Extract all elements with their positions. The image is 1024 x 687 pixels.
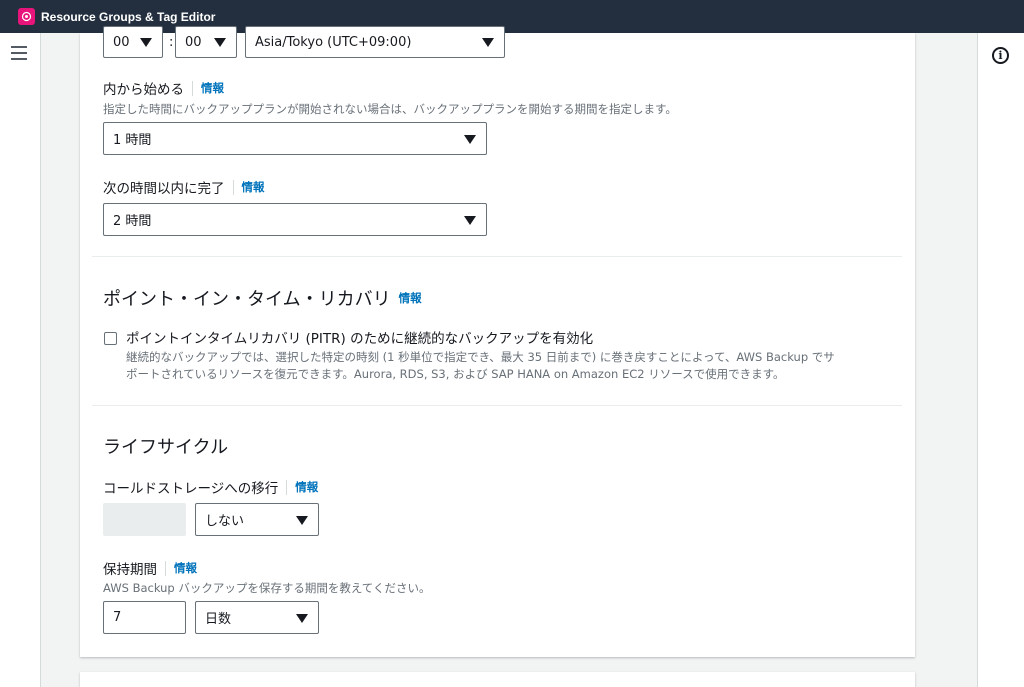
cold-storage-label-row: コールドストレージへの移行 情報 — [103, 477, 318, 497]
pitr-info-link[interactable]: 情報 — [399, 290, 422, 306]
cold-storage-value-input-disabled — [103, 503, 186, 536]
chevron-down-icon — [140, 38, 152, 47]
lifecycle-heading-row: ライフサイクル — [103, 433, 228, 459]
retention-unit-select[interactable]: 日数 — [195, 601, 319, 634]
retention-description: AWS Backup バックアップを保存する期間を教えてください。 — [103, 581, 431, 595]
chevron-down-icon — [482, 38, 494, 47]
cold-storage-select[interactable]: しない — [195, 503, 319, 536]
hour-value: 00 — [113, 34, 130, 50]
timezone-select[interactable]: Asia/Tokyo (UTC+09:00) — [245, 26, 505, 58]
complete-within-info-link[interactable]: 情報 — [242, 179, 265, 195]
complete-within-value: 2 時間 — [113, 214, 152, 229]
timezone-value: Asia/Tokyo (UTC+09:00) — [255, 34, 412, 50]
complete-within-label: 次の時間以内に完了 — [103, 181, 225, 197]
start-within-select[interactable]: 1 時間 — [103, 122, 487, 155]
retention-unit-value: 日数 — [205, 612, 232, 627]
pitr-checkbox-label[interactable]: ポイントインタイムリカバリ (PITR) のために継続的なバックアップを有効化 — [126, 327, 593, 347]
pitr-heading-row: ポイント・イン・タイム・リカバリ 情報 — [103, 285, 422, 311]
start-within-info-link[interactable]: 情報 — [201, 80, 224, 96]
resource-groups-logo-icon — [18, 8, 35, 25]
start-within-description: 指定した時間にバックアッププランが開始されない場合は、バックアッププランを開始す… — [103, 102, 677, 116]
time-colon: : — [169, 35, 174, 50]
chevron-down-icon — [464, 134, 476, 144]
cold-storage-label: コールドストレージへの移行 — [103, 481, 279, 497]
pitr-description-line1: 継続的なバックアップでは、選択した特定の時刻 (1 秒単位で指定でき、最大 35… — [126, 350, 835, 364]
pitr-checkbox[interactable] — [104, 332, 117, 345]
cold-storage-info-link[interactable]: 情報 — [295, 479, 318, 495]
retention-info-link[interactable]: 情報 — [174, 560, 197, 576]
start-within-value: 1 時間 — [113, 133, 152, 148]
minute-value: 00 — [185, 34, 202, 50]
complete-within-label-row: 次の時間以内に完了 情報 — [103, 177, 265, 197]
retention-value-input[interactable]: 7 — [103, 601, 186, 634]
complete-within-select[interactable]: 2 時間 — [103, 203, 487, 236]
app-title: Resource Groups & Tag Editor — [41, 9, 216, 24]
chevron-down-icon — [464, 215, 476, 225]
section-divider — [92, 405, 902, 406]
retention-label-row: 保持期間 情報 — [103, 558, 197, 578]
right-help-rail: i — [977, 33, 1024, 687]
left-navigation-rail — [0, 33, 41, 687]
start-within-label-row: 内から始める 情報 — [103, 78, 224, 98]
chevron-down-icon — [214, 38, 226, 47]
retention-value: 7 — [113, 610, 122, 625]
pitr-heading: ポイント・イン・タイム・リカバリ — [103, 289, 391, 310]
cold-storage-value: しない — [205, 514, 245, 529]
minute-select[interactable]: 00 — [175, 26, 237, 58]
chevron-down-icon — [296, 515, 308, 525]
section-divider — [92, 256, 902, 257]
pitr-description-line2: ポートされているリソースを復元できます。Aurora, RDS, S3, および… — [126, 367, 785, 381]
start-within-label: 内から始める — [103, 82, 184, 98]
backup-rule-panel: 00 : 00 Asia/Tokyo (UTC+09:00) 内から始める 情報… — [80, 26, 915, 657]
lifecycle-heading: ライフサイクル — [103, 437, 229, 458]
menu-icon[interactable] — [11, 46, 27, 60]
chevron-down-icon — [296, 613, 308, 623]
info-panel-icon[interactable]: i — [992, 47, 1009, 64]
next-panel — [80, 672, 915, 687]
retention-label: 保持期間 — [103, 562, 157, 578]
hour-select[interactable]: 00 — [103, 26, 163, 58]
